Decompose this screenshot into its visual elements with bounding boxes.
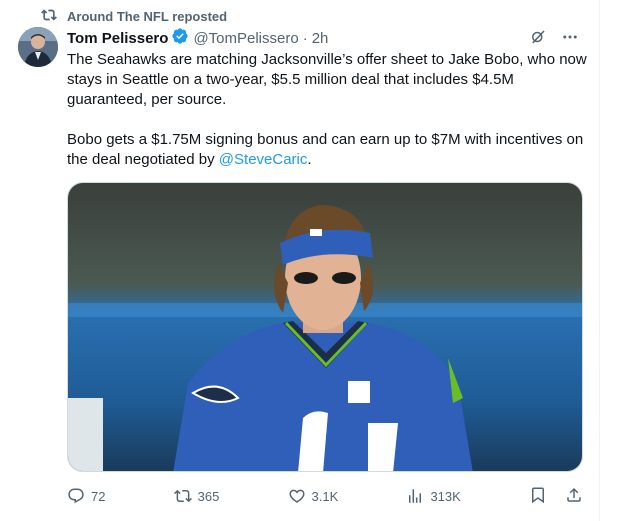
repost-indicator: Around The NFL reposted [41,6,227,26]
repost-count: 365 [197,488,220,504]
tweet-timestamp[interactable]: 2h [312,30,329,47]
reply-button[interactable]: 72 [67,487,105,505]
bookmark-icon[interactable] [529,486,547,507]
tweet-card[interactable]: Around The NFL reposted Tom Pelissero @T… [0,0,600,521]
like-count: 3.1K [311,488,339,504]
secondary-actions [529,486,583,507]
tweet-actions-bar: 72 365 3.1K 313K [67,486,583,506]
reply-icon [68,488,84,504]
tweet-media-photo[interactable] [67,182,583,472]
share-icon[interactable] [565,486,583,507]
author-avatar[interactable] [18,27,58,67]
repost-icon [41,7,57,26]
heart-icon [289,489,305,503]
separator-dot: · [302,29,308,47]
tweet-paragraph-1: The Seahawks are matching Jacksonville’s… [67,51,587,108]
tweet-paragraph-2: Bobo gets a $1.75M signing bonus and can… [67,131,584,168]
author-handle[interactable]: @TomPelissero [193,30,298,47]
grok-icon[interactable] [529,28,547,50]
header-actions [529,28,579,50]
reply-count: 72 [91,488,106,504]
views-button[interactable]: 313K [406,487,461,505]
author-name[interactable]: Tom Pelissero [67,30,168,47]
repost-button[interactable]: 365 [173,487,220,505]
tweet-header: Tom Pelissero @TomPelissero · 2h [67,28,579,48]
verified-badge-icon[interactable] [168,27,193,49]
tweet-body: The Seahawks are matching Jacksonville’s… [67,50,587,170]
like-button[interactable]: 3.1K [288,487,339,505]
more-options-icon[interactable] [561,28,579,50]
views-icon [409,489,422,503]
views-count: 313K [430,488,461,504]
mention-link[interactable]: @SteveCaric [219,151,308,168]
repost-label[interactable]: Around The NFL reposted [67,9,227,24]
repost-icon [173,489,192,503]
